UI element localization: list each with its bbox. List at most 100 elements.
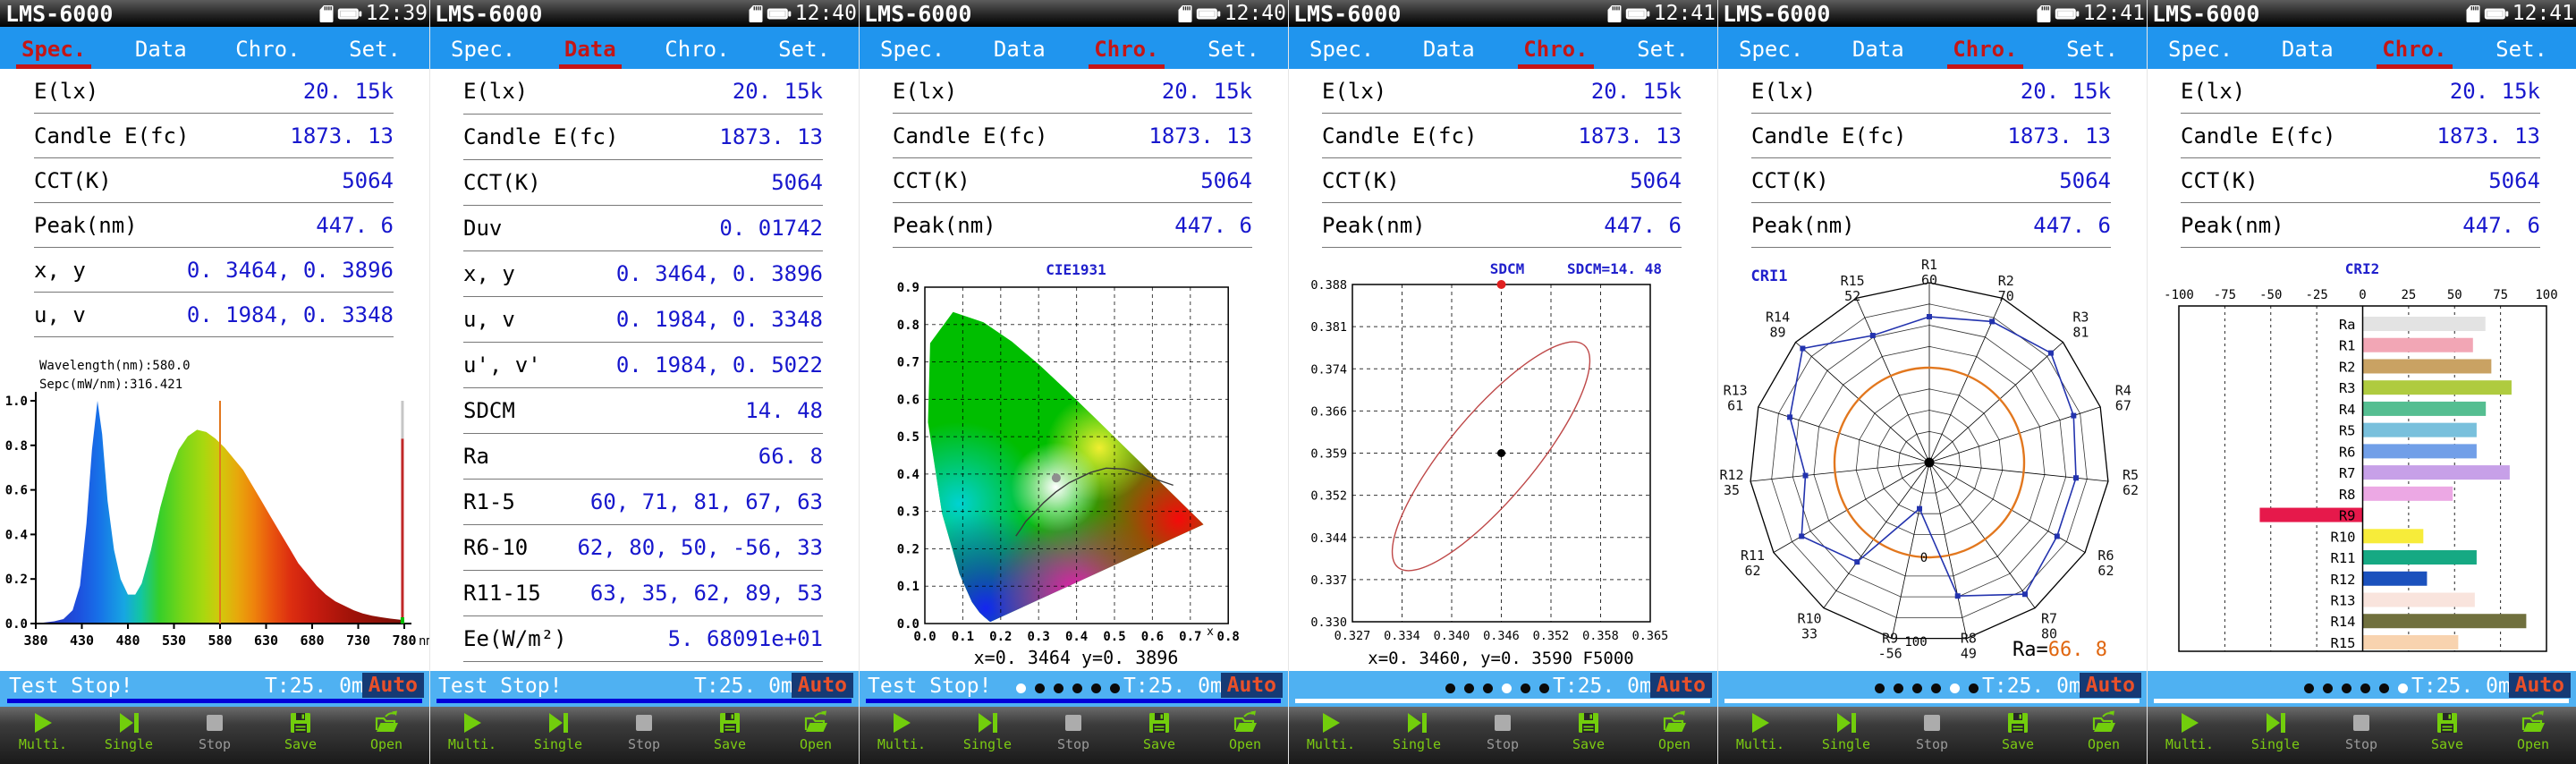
- toolbar-button-save[interactable]: Save: [1975, 707, 2061, 764]
- tab-set[interactable]: Set.: [1202, 37, 1265, 69]
- tab-spec[interactable]: Spec.: [875, 37, 950, 69]
- cie-y-tick: 0.7: [897, 356, 919, 370]
- tab-data[interactable]: Data: [988, 37, 1051, 69]
- tab-set[interactable]: Set.: [773, 37, 835, 69]
- row-label: Peak(nm): [1322, 212, 1426, 238]
- spectrum-x-tick: 780: [392, 632, 416, 649]
- toolbar-button-multi[interactable]: Multi.: [859, 707, 945, 764]
- toolbar-button-stop[interactable]: Stop: [172, 707, 258, 764]
- toolbar-button-multi[interactable]: Multi.: [1717, 707, 1803, 764]
- tab-spec[interactable]: Spec.: [445, 37, 521, 69]
- row-value: 1873. 13: [1148, 123, 1252, 149]
- page-indicator-dots[interactable]: [1016, 683, 1120, 693]
- tab-data[interactable]: Data: [1847, 37, 1910, 69]
- tab-spec[interactable]: Spec.: [16, 37, 92, 69]
- page-dot: [2304, 683, 2314, 693]
- battery-icon: [2484, 8, 2509, 19]
- sd-card-icon: [319, 4, 334, 22]
- toolbar-button-save[interactable]: Save: [687, 707, 773, 764]
- data-row-peaknm: Peak(nm) 447. 6: [1751, 203, 2111, 248]
- device-title: LMS-6000: [864, 0, 972, 27]
- page-indicator-dots[interactable]: [2304, 683, 2408, 693]
- page-dot: [1969, 683, 1979, 693]
- tab-data[interactable]: Data: [2276, 37, 2339, 69]
- tab-chro[interactable]: Chro.: [230, 37, 305, 69]
- cie-y-tick: 0.4: [897, 468, 919, 482]
- data-rows: E(lx) 20. 15k Candle E(fc) 1873. 13 CCT(K) 50…: [0, 69, 429, 337]
- spectrum-x-tick: 430: [70, 632, 94, 649]
- sdcm-x-tick: 0.346: [1483, 629, 1520, 643]
- play-step-icon: [1837, 713, 1856, 733]
- sdcm-y-tick: 0.330: [1310, 615, 1347, 630]
- tab-spec[interactable]: Spec.: [2163, 37, 2238, 69]
- toolbar-button-open[interactable]: Open: [2490, 707, 2576, 764]
- toolbar-button-open[interactable]: Open: [1202, 707, 1288, 764]
- toolbar-button-multi[interactable]: Multi.: [429, 707, 515, 764]
- tab-data[interactable]: Data: [1418, 37, 1480, 69]
- tab-data[interactable]: Data: [130, 37, 192, 69]
- row-label: Candle E(fc): [2181, 123, 2336, 149]
- toolbar-button-stop[interactable]: Stop: [1030, 707, 1116, 764]
- tab-spec[interactable]: Spec.: [1304, 37, 1379, 69]
- toolbar-button-single[interactable]: Single: [515, 707, 601, 764]
- auto-mode-toggle[interactable]: Auto: [1220, 673, 1283, 698]
- row-value: 5064: [342, 167, 394, 193]
- toolbar-button-save[interactable]: Save: [1546, 707, 1631, 764]
- cie-title: CIE1931: [1046, 261, 1106, 278]
- toolbar-button-open[interactable]: Open: [1631, 707, 1717, 764]
- tab-chro[interactable]: Chro.: [1947, 37, 2023, 69]
- toolbar-button-stop[interactable]: Stop: [2318, 707, 2404, 764]
- toolbar-button-stop[interactable]: Stop: [1889, 707, 1975, 764]
- page-indicator-dots[interactable]: [1445, 683, 1549, 693]
- toolbar-button-single[interactable]: Single: [1374, 707, 1460, 764]
- toolbar-button-single[interactable]: Single: [2233, 707, 2318, 764]
- row-value: 5064: [1630, 167, 1682, 193]
- tab-chro[interactable]: Chro.: [659, 37, 734, 69]
- cri1-spoke-name: R12: [1719, 467, 1743, 483]
- toolbar-button-open[interactable]: Open: [773, 707, 859, 764]
- tab-chro[interactable]: Chro.: [2377, 37, 2453, 69]
- auto-mode-toggle[interactable]: Auto: [361, 673, 424, 698]
- toolbar-button-save[interactable]: Save: [258, 707, 343, 764]
- row-label: Candle E(fc): [1751, 123, 1907, 149]
- tab-set[interactable]: Set.: [343, 37, 406, 69]
- auto-mode-toggle[interactable]: Auto: [1649, 673, 1712, 698]
- page-dot-active: [1016, 683, 1026, 693]
- toolbar-button-single[interactable]: Single: [86, 707, 172, 764]
- toolbar-button-save[interactable]: Save: [1116, 707, 1202, 764]
- tab-set[interactable]: Set.: [2490, 37, 2553, 69]
- spectrum-y-tick: 1.0: [5, 395, 28, 409]
- tab-set[interactable]: Set.: [2061, 37, 2123, 69]
- toolbar-button-multi[interactable]: Multi.: [2147, 707, 2233, 764]
- open-icon: [375, 710, 398, 732]
- page-indicator-dots[interactable]: [1875, 683, 1979, 693]
- tab-chro[interactable]: Chro.: [1518, 37, 1594, 69]
- tab-bar: Spec. Data Chro. Set.: [2147, 27, 2576, 69]
- auto-mode-toggle[interactable]: Auto: [2508, 673, 2571, 698]
- data-row-r15: R1-5 60, 71, 81, 67, 63: [463, 480, 823, 525]
- row-value: 20. 15k: [1590, 78, 1682, 104]
- tab-data[interactable]: Data: [558, 37, 622, 69]
- toolbar-button-single[interactable]: Single: [945, 707, 1030, 764]
- title-bar: LMS-6000 12:41: [1288, 0, 1717, 27]
- toolbar-button-single[interactable]: Single: [1803, 707, 1889, 764]
- cri1-scale-0: 0: [1920, 551, 1928, 565]
- tab-spec[interactable]: Spec.: [1733, 37, 1809, 69]
- toolbar-button-stop[interactable]: Stop: [601, 707, 687, 764]
- toolbar-button-multi[interactable]: Multi.: [0, 707, 86, 764]
- toolbar-button-multi[interactable]: Multi.: [1288, 707, 1374, 764]
- battery-icon: [1625, 8, 1650, 19]
- integration-time: T:25. 0ms: [2411, 675, 2523, 698]
- tab-chro[interactable]: Chro.: [1089, 37, 1165, 69]
- toolbar-button-stop[interactable]: Stop: [1460, 707, 1546, 764]
- toolbar-button-save[interactable]: Save: [2404, 707, 2490, 764]
- toolbar-button-open[interactable]: Open: [343, 707, 429, 764]
- auto-mode-toggle[interactable]: Auto: [791, 673, 853, 698]
- data-row-elx: E(lx) 20. 15k: [34, 69, 394, 114]
- toolbar-button-open[interactable]: Open: [2061, 707, 2147, 764]
- play-step-icon: [1408, 713, 1427, 733]
- data-row-ra: Ra 66. 8: [463, 434, 823, 480]
- open-icon: [1233, 710, 1257, 732]
- tab-set[interactable]: Set.: [1631, 37, 1694, 69]
- auto-mode-toggle[interactable]: Auto: [2079, 673, 2141, 698]
